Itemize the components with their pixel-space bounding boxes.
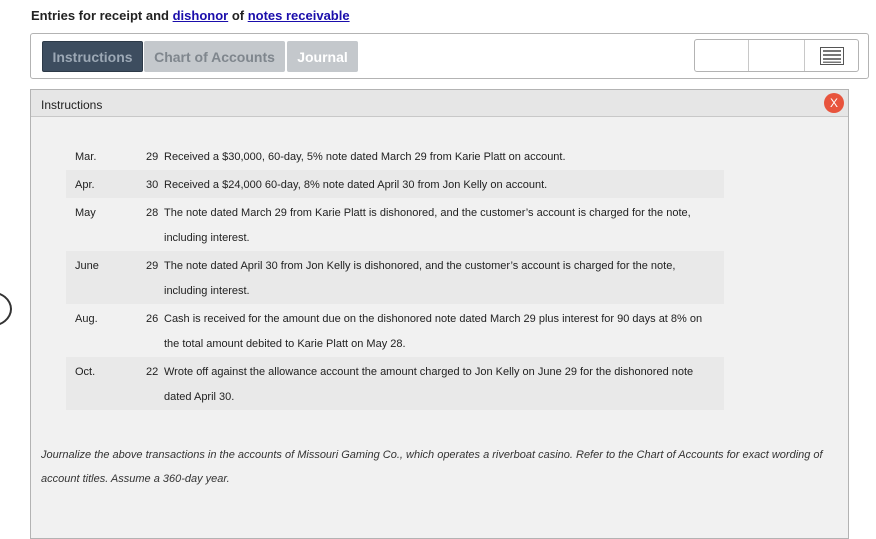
tab-toolbar: Instructions Chart of Accounts Journal	[30, 33, 869, 79]
entry-description: Received a $24,000 60-day, 8% note dated…	[164, 179, 548, 191]
entry-row: Apr. 30 Received a $24,000 60-day, 8% no…	[66, 170, 724, 198]
title-prefix: Entries for receipt and	[31, 8, 173, 23]
tab-journal[interactable]: Journal	[287, 41, 358, 72]
entry-month: Apr.	[75, 179, 95, 191]
entry-month: May	[75, 207, 96, 219]
entry-day: 22	[146, 366, 159, 378]
entry-month: Oct.	[75, 366, 96, 378]
tab-instructions[interactable]: Instructions	[42, 41, 143, 72]
entry-description: The note dated March 29 from Karie Platt…	[164, 207, 691, 244]
instructions-panel: Instructions X Mar. 29 Received a $30,00…	[30, 89, 849, 539]
entry-day: 30	[146, 179, 159, 191]
toolbar-button-2[interactable]	[749, 40, 805, 71]
title-mid: of	[228, 8, 248, 23]
dishonor-link[interactable]: dishonor	[173, 8, 229, 23]
entry-row: Oct. 22 Wrote off against the allowance …	[66, 357, 724, 410]
entry-description: Wrote off against the allowance account …	[164, 366, 694, 403]
entry-row: Mar. 29 Received a $30,000, 60-day, 5% n…	[66, 142, 724, 170]
side-circle-control[interactable]	[0, 291, 12, 327]
entry-description: The note dated April 30 from Jon Kelly i…	[164, 260, 676, 297]
entry-description: Cash is received for the amount due on t…	[164, 313, 703, 350]
entry-day: 26	[146, 313, 159, 325]
entry-description: Received a $30,000, 60-day, 5% note date…	[164, 151, 566, 163]
toolbar-button-group	[694, 39, 859, 72]
entry-day: 29	[146, 151, 159, 163]
entry-row: Aug. 26 Cash is received for the amount …	[66, 304, 724, 357]
page-title: Entries for receipt and dishonor of note…	[31, 8, 350, 23]
entry-day: 28	[146, 207, 159, 219]
panel-header: Instructions X	[31, 90, 848, 117]
close-button[interactable]: X	[824, 93, 844, 113]
instructions-footnote: Journalize the above transactions in the…	[41, 449, 823, 485]
entries-table: Mar. 29 Received a $30,000, 60-day, 5% n…	[66, 142, 724, 410]
entry-month: Aug.	[75, 313, 98, 325]
calculator-button[interactable]	[805, 40, 858, 71]
entry-row: May 28 The note dated March 29 from Kari…	[66, 198, 724, 251]
toolbar-button-1[interactable]	[695, 40, 749, 71]
entry-row: June 29 The note dated April 30 from Jon…	[66, 251, 724, 304]
notes-receivable-link[interactable]: notes receivable	[248, 8, 350, 23]
entry-month: Mar.	[75, 151, 97, 163]
tab-chart-of-accounts[interactable]: Chart of Accounts	[144, 41, 285, 72]
panel-title: Instructions	[41, 98, 103, 112]
entry-day: 29	[146, 260, 159, 272]
entry-month: June	[75, 260, 99, 272]
calculator-icon	[819, 46, 844, 65]
